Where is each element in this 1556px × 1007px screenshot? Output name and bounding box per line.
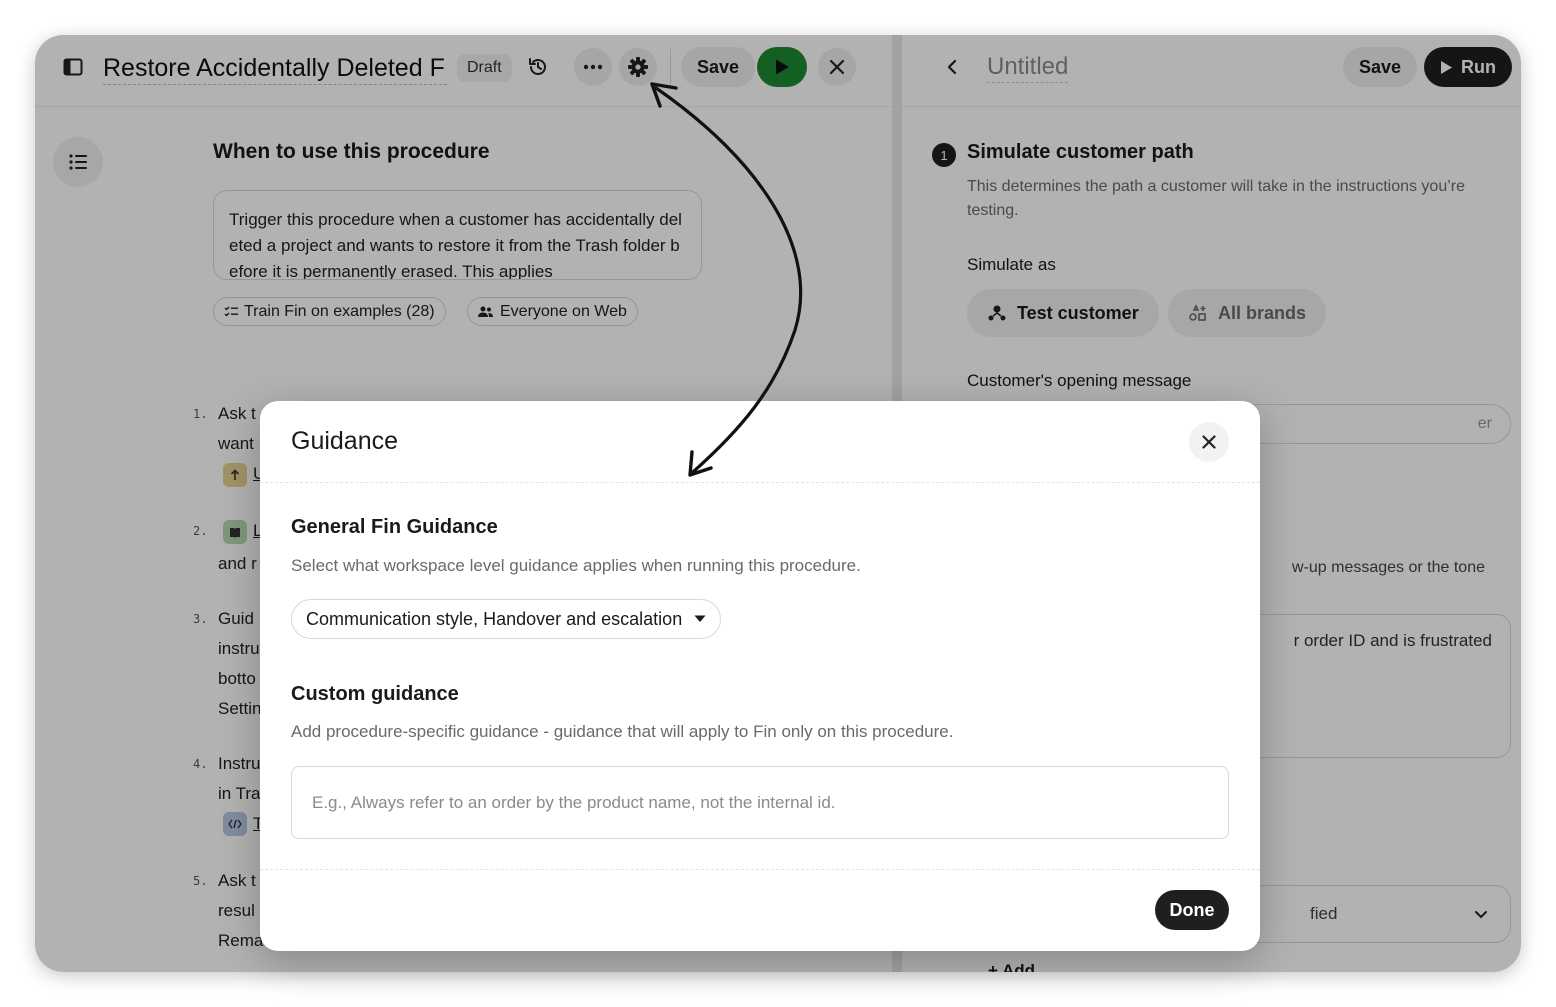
general-guidance-selected: Communication style, Handover and escala… [306, 608, 683, 629]
general-guidance-heading: General Fin Guidance [291, 516, 498, 538]
general-guidance-dropdown[interactable]: Communication style, Handover and escala… [291, 599, 722, 639]
custom-guidance-heading: Custom guidance [291, 683, 459, 705]
general-guidance-description: Select what workspace level guidance app… [291, 556, 861, 575]
done-button[interactable]: Done [1155, 890, 1229, 930]
custom-guidance-description: Add procedure-specific guidance - guidan… [291, 722, 954, 741]
modal-header: Guidance [260, 401, 1260, 483]
modal-footer-divider [260, 869, 1260, 870]
custom-guidance-input[interactable]: E.g., Always refer to an order by the pr… [291, 766, 1229, 839]
close-icon [1202, 435, 1216, 449]
modal-close-button[interactable] [1189, 422, 1229, 462]
caret-down-icon [694, 615, 706, 622]
modal-title: Guidance [291, 427, 399, 455]
guidance-modal: Guidance General Fin Guidance Select wha… [260, 401, 1260, 951]
